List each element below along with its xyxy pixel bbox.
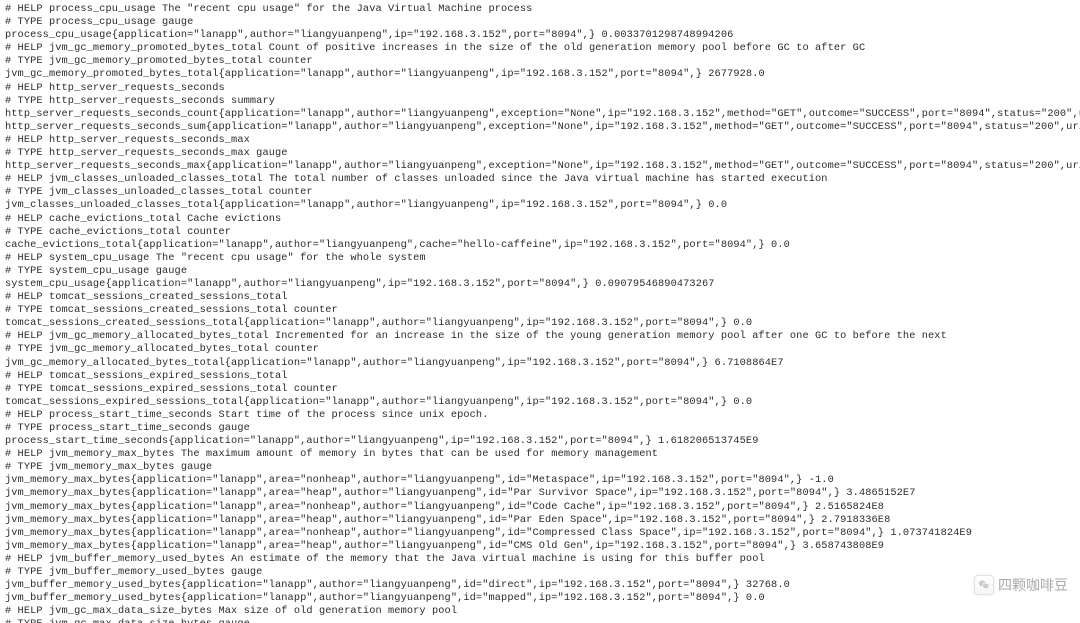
wechat-icon	[974, 575, 994, 595]
metrics-text: # HELP process_cpu_usage The "recent cpu…	[0, 0, 1080, 623]
watermark-text: 四颗咖啡豆	[998, 575, 1068, 595]
wechat-watermark: 四颗咖啡豆	[974, 575, 1068, 595]
